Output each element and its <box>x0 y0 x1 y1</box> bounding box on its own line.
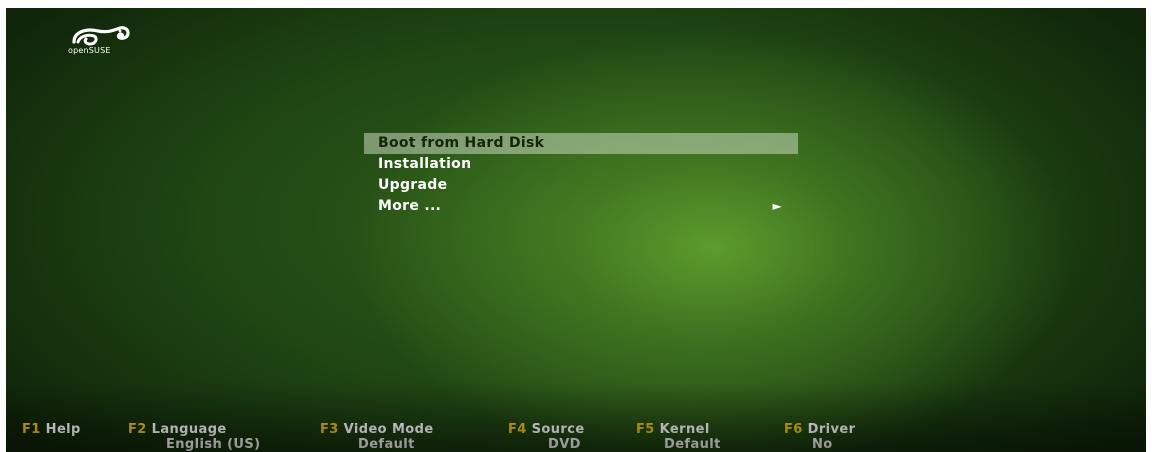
fkey-value: English (US) <box>166 437 261 452</box>
opensuse-logo: openSUSE <box>68 22 158 62</box>
fkey-help[interactable]: F1 Help <box>22 422 81 437</box>
fkey-value: No <box>812 437 833 452</box>
function-key-bar: F1 Help F2 Language English (US) F3 Vide… <box>22 422 1122 452</box>
fkey-label: Language <box>151 422 227 437</box>
fkey-value: Default <box>358 437 415 452</box>
submenu-arrow-icon: ► <box>772 199 782 213</box>
fkey-driver[interactable]: F6 Driver No <box>784 422 856 452</box>
fkey-number: F2 <box>128 422 147 437</box>
fkey-label: Help <box>45 422 81 437</box>
chameleon-icon <box>72 26 130 46</box>
menu-item-label: Upgrade <box>378 177 448 193</box>
fkey-kernel[interactable]: F5 Kernel Default <box>636 422 720 452</box>
fkey-video-mode[interactable]: F3 Video Mode Default <box>320 422 434 452</box>
fkey-language[interactable]: F2 Language English (US) <box>128 422 260 452</box>
menu-item-installation[interactable]: Installation <box>364 154 798 175</box>
menu-item-label: Installation <box>378 156 472 172</box>
menu-item-label: More ... <box>378 198 442 214</box>
fkey-number: F1 <box>22 422 41 437</box>
fkey-number: F3 <box>320 422 339 437</box>
logo-text: openSUSE <box>68 46 111 55</box>
fkey-label: Source <box>531 422 585 437</box>
boot-menu: Boot from Hard Disk Installation Upgrade… <box>364 133 798 217</box>
fkey-value: DVD <box>548 437 581 452</box>
fkey-source[interactable]: F4 Source DVD <box>508 422 585 452</box>
boot-screen: openSUSE Boot from Hard Disk Installatio… <box>6 8 1146 452</box>
fkey-label: Kernel <box>659 422 710 437</box>
fkey-label: Video Mode <box>343 422 434 437</box>
fkey-number: F5 <box>636 422 655 437</box>
menu-item-label: Boot from Hard Disk <box>378 135 545 151</box>
fkey-number: F6 <box>784 422 803 437</box>
fkey-label: Driver <box>807 422 856 437</box>
menu-item-upgrade[interactable]: Upgrade <box>364 175 798 196</box>
menu-item-boot-from-hard-disk[interactable]: Boot from Hard Disk <box>364 133 798 154</box>
fkey-value: Default <box>664 437 721 452</box>
fkey-number: F4 <box>508 422 527 437</box>
menu-item-more[interactable]: More ... ► <box>364 196 798 217</box>
